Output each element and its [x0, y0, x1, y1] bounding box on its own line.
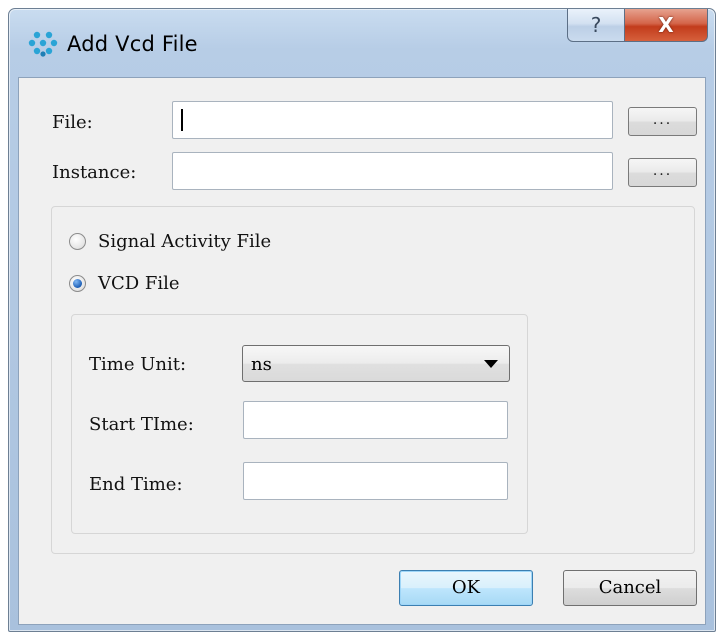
window-title: Add Vcd File — [67, 32, 198, 56]
radio-button-selected-icon[interactable] — [69, 275, 86, 292]
radio-signal-activity-label: Signal Activity File — [98, 231, 272, 252]
end-time-label: End Time: — [89, 474, 183, 495]
radio-vcd-file[interactable]: VCD File — [69, 273, 180, 294]
file-label: File: — [52, 112, 93, 133]
time-unit-select[interactable]: ns — [242, 345, 510, 382]
file-browse-button[interactable]: ... — [628, 107, 697, 136]
title-bar[interactable]: Add Vcd File ? X — [9, 9, 715, 77]
help-icon: ? — [590, 13, 602, 37]
dialog-body: File: ... Instance: ... Signal Activity … — [18, 77, 706, 625]
close-button[interactable]: X — [624, 9, 708, 42]
cancel-button[interactable]: Cancel — [563, 570, 697, 606]
help-button[interactable]: ? — [567, 9, 625, 42]
app-logo-icon — [28, 31, 58, 57]
ok-button[interactable]: OK — [399, 570, 533, 606]
start-time-input[interactable] — [243, 401, 508, 439]
radio-button-icon[interactable] — [69, 233, 86, 250]
radio-signal-activity[interactable]: Signal Activity File — [69, 231, 271, 252]
start-time-label: Start TIme: — [89, 414, 194, 435]
instance-input[interactable] — [172, 152, 613, 190]
instance-label: Instance: — [52, 162, 137, 183]
time-unit-label: Time Unit: — [89, 354, 187, 375]
time-unit-value: ns — [251, 354, 272, 375]
dropdown-arrow-icon — [484, 360, 498, 368]
text-caret — [181, 109, 183, 131]
dialog-window: Add Vcd File ? X File: ... Instance: ...… — [8, 8, 716, 632]
end-time-input[interactable] — [243, 462, 508, 500]
close-icon: X — [658, 13, 674, 37]
radio-vcd-file-label: VCD File — [98, 273, 180, 294]
instance-browse-button[interactable]: ... — [628, 158, 697, 187]
file-input[interactable] — [172, 101, 613, 139]
